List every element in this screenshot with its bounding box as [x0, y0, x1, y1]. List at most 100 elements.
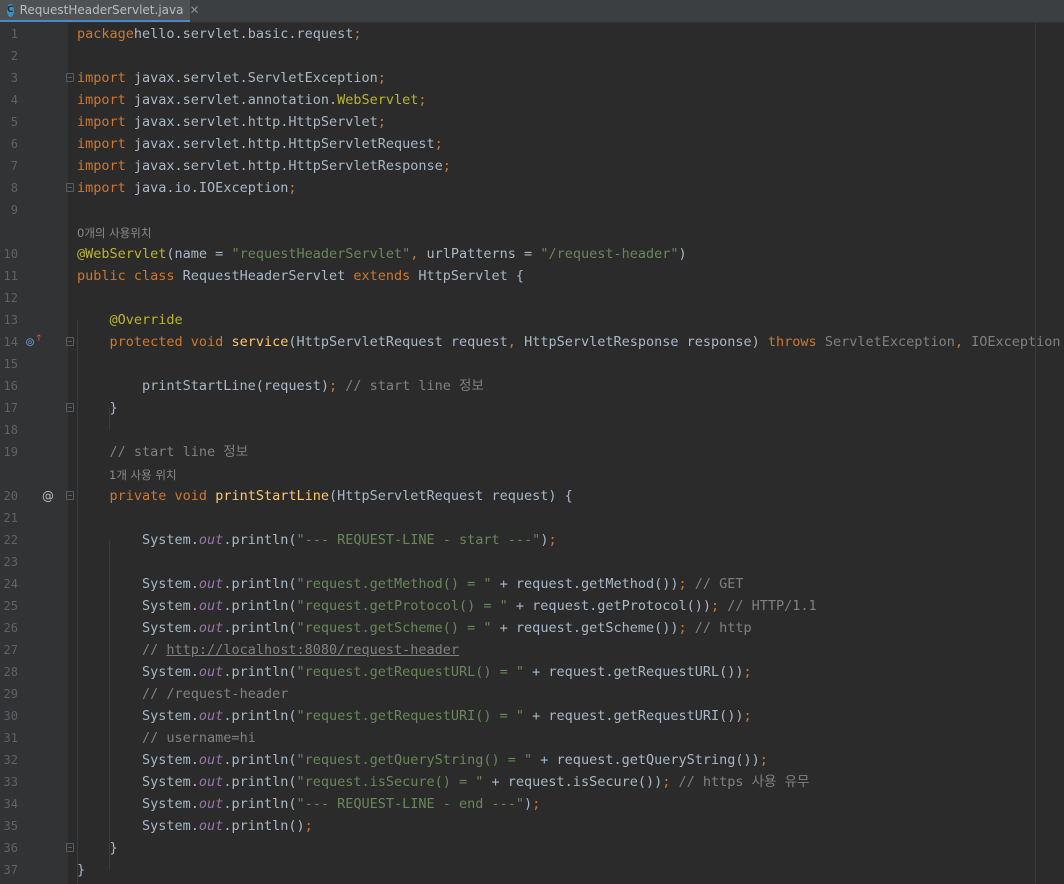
code-token: ; [442, 158, 451, 174]
code-token: .println( [223, 620, 297, 636]
code-text[interactable]: System.out.println("request.getProtocol(… [77, 595, 817, 617]
code-text[interactable]: public class RequestHeaderServlet extend… [77, 265, 524, 287]
code-line[interactable]: 8 import java.io.IOException; [0, 177, 1064, 199]
code-line[interactable]: 33 System.out.println("request.isSecure(… [0, 771, 1064, 793]
code-text[interactable]: protected void service(HttpServletReques… [77, 331, 1064, 353]
code-line[interactable]: 19 // start line 정보 [0, 441, 1064, 463]
code-token: import [77, 158, 126, 174]
code-line[interactable]: 27 // http://localhost:8080/request-head… [0, 639, 1064, 661]
code-text[interactable]: import javax.servlet.annotation.WebServl… [77, 89, 427, 111]
code-line[interactable]: 6 import javax.servlet.http.HttpServletRe… [0, 133, 1064, 155]
code-line[interactable]: 1 packagehello.servlet.basic.request; [0, 23, 1064, 45]
code-line[interactable]: 12 [0, 287, 1064, 309]
code-line[interactable]: 35 System.out.println(); [0, 815, 1064, 837]
code-text[interactable]: // http://localhost:8080/request-header [77, 639, 459, 661]
code-line[interactable]: 25 System.out.println("request.getProtoc… [0, 595, 1064, 617]
code-text[interactable]: // start line 정보 [77, 441, 249, 463]
code-line[interactable]: 29 // /request-header [0, 683, 1064, 705]
code-text[interactable]: System.out.println("request.getMethod() … [77, 573, 744, 595]
code-token: RequestHeaderServlet [182, 268, 354, 284]
code-token: + request.getMethod()) [491, 576, 679, 592]
line-number: 25 [3, 599, 18, 613]
code-text[interactable]: private void printStartLine(HttpServletR… [77, 485, 573, 507]
code-text[interactable]: System.out.println("--- REQUEST-LINE - s… [77, 529, 557, 551]
code-line[interactable]: 18 [0, 419, 1064, 441]
line-number: 12 [3, 291, 18, 305]
code-line[interactable]: 14 protected void service(HttpServletReq… [0, 331, 1064, 353]
code-text[interactable]: } [77, 859, 85, 881]
line-number: 23 [3, 555, 18, 569]
code-line[interactable]: 31 // username=hi [0, 727, 1064, 749]
code-line[interactable]: 7 import javax.servlet.http.HttpServletRe… [0, 155, 1064, 177]
code-text[interactable]: System.out.println("request.getScheme() … [77, 617, 752, 639]
code-line[interactable]: 20 private void printStartLine(HttpServl… [0, 485, 1064, 507]
code-token: public class [77, 268, 183, 284]
code-token: // start line 정보 [345, 378, 484, 394]
code-text[interactable]: System.out.println(); [77, 815, 313, 837]
code-text[interactable]: System.out.println("request.getRequestUR… [77, 705, 752, 727]
code-line[interactable]: 22 System.out.println("--- REQUEST-LINE … [0, 529, 1064, 551]
code-line[interactable]: 3 import javax.servlet.ServletException; [0, 67, 1064, 89]
code-line[interactable]: 2 [0, 45, 1064, 67]
usage-hint-class[interactable]: 0개의 사용위치 [77, 221, 151, 243]
code-line[interactable]: 34 System.out.println("--- REQUEST-LINE … [0, 793, 1064, 815]
line-number: 14 [3, 335, 18, 349]
close-icon[interactable]: ✕ [189, 3, 199, 17]
code-text[interactable]: @Override [77, 309, 183, 331]
code-text[interactable]: System.out.println("request.isSecure() =… [77, 771, 809, 793]
code-line[interactable]: 15 [0, 353, 1064, 375]
code-line[interactable]: 30 System.out.println("request.getReques… [0, 705, 1064, 727]
code-text[interactable]: // username=hi [77, 727, 256, 749]
code-token: (HttpServletRequest request) { [328, 488, 573, 504]
code-text[interactable]: @WebServlet(name = "requestHeaderServlet… [77, 243, 687, 265]
code-line[interactable]: 28 System.out.println("request.getReques… [0, 661, 1064, 683]
editor-tab[interactable]: C RequestHeaderServlet.java ✕ [0, 0, 200, 22]
code-line[interactable]: 5 import javax.servlet.http.HttpServlet; [0, 111, 1064, 133]
code-text[interactable]: printStartLine(request); // start line 정… [77, 375, 484, 397]
code-text[interactable]: import javax.servlet.http.HttpServletRes… [77, 155, 451, 177]
code-text[interactable]: import javax.servlet.http.HttpServlet; [77, 111, 386, 133]
code-token: , [507, 334, 525, 350]
code-token: (HttpServletRequest request [288, 334, 508, 350]
code-line[interactable]: 13 @Override [0, 309, 1064, 331]
code-text[interactable]: } [77, 837, 118, 859]
code-text[interactable]: System.out.println("request.getQueryStri… [77, 749, 768, 771]
code-token: out [198, 576, 224, 592]
code-line[interactable]: 37} [0, 859, 1064, 881]
code-token: + request.getScheme()) [491, 620, 679, 636]
line-number: 19 [3, 445, 18, 459]
code-token: ; [662, 774, 679, 790]
code-line[interactable]: 16 printStartLine(request); // start lin… [0, 375, 1064, 397]
code-text[interactable]: import javax.servlet.ServletException; [77, 67, 386, 89]
code-line[interactable]: 26 System.out.println("request.getScheme… [0, 617, 1064, 639]
code-token: package [77, 26, 134, 42]
code-text[interactable]: import javax.servlet.http.HttpServletReq… [77, 133, 443, 155]
code-text[interactable]: System.out.println("request.getRequestUR… [77, 661, 752, 683]
code-text[interactable]: import java.io.IOException; [77, 177, 296, 199]
code-line[interactable]: 23 [0, 551, 1064, 573]
usage-hint-method[interactable]: 1개 사용 위치 [109, 463, 177, 485]
code-token: printStartLine [215, 488, 329, 504]
code-token: out [198, 620, 224, 636]
code-text[interactable]: packagehello.servlet.basic.request; [77, 23, 362, 45]
code-line[interactable]: 17 } [0, 397, 1064, 419]
code-token: // /request-header [142, 686, 289, 702]
code-line[interactable]: 36 } [0, 837, 1064, 859]
code-line[interactable]: 10 @WebServlet(name = "requestHeaderServl… [0, 243, 1064, 265]
code-line[interactable]: 9 [0, 199, 1064, 221]
code-area[interactable]: 0개의 사용위치 1개 사용 위치 ⊚↑ @ 1 packagehello.ser… [0, 23, 1064, 884]
code-text[interactable]: } [77, 397, 118, 419]
code-token: ; [548, 532, 557, 548]
code-line[interactable]: 24 System.out.println("request.getMethod… [0, 573, 1064, 595]
code-text[interactable]: System.out.println("--- REQUEST-LINE - e… [77, 793, 540, 815]
code-line[interactable]: 11 public class RequestHeaderServlet exte… [0, 265, 1064, 287]
code-line[interactable]: 21 [0, 507, 1064, 529]
code-token: System. [77, 532, 199, 548]
code-line[interactable]: 4 import javax.servlet.annotation.WebServ… [0, 89, 1064, 111]
code-token: out [198, 818, 224, 834]
code-text[interactable]: // /request-header [77, 683, 288, 705]
code-line[interactable]: 32 System.out.println("request.getQueryS… [0, 749, 1064, 771]
line-number: 17 [3, 401, 18, 415]
